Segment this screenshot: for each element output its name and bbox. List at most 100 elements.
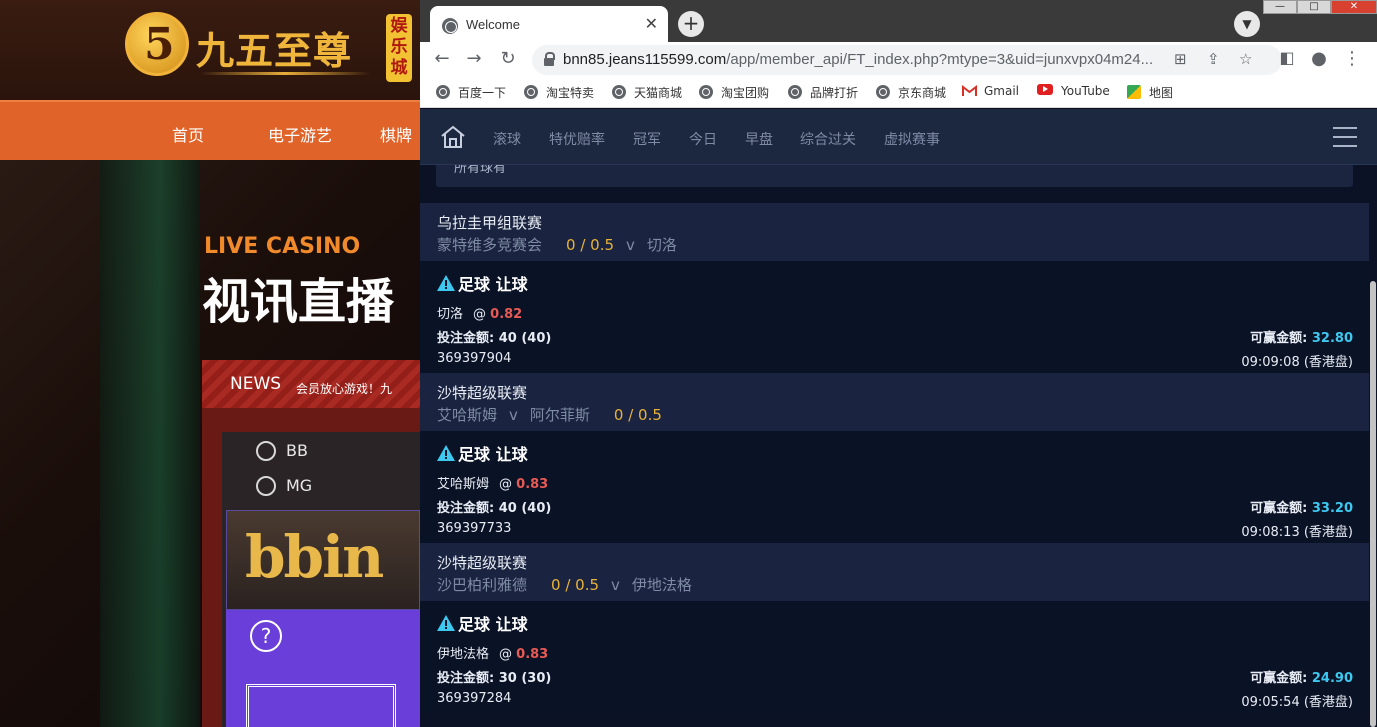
bbin-logo: bbin	[245, 523, 384, 591]
new-tab-button[interactable]: +	[678, 11, 704, 37]
bookmark-taobao-sale[interactable]: 淘宝特卖	[524, 84, 594, 101]
url-text[interactable]: bnn85.jeans115599.com/app/member_api/FT_…	[563, 51, 1153, 68]
address-bar[interactable]: bnn85.jeans115599.com/app/member_api/FT_…	[532, 45, 1282, 75]
potential-win: 可赢金额: 33.20	[1250, 497, 1353, 516]
globe-icon	[788, 85, 802, 99]
nav-early[interactable]: 早盘	[745, 129, 773, 149]
tab-close-icon[interactable]: ✕	[645, 14, 658, 33]
warning-icon	[437, 275, 455, 291]
url-path: /app/member_api/FT_index.php?mtype=3&uid…	[726, 51, 1154, 68]
nav-virtual[interactable]: 虚拟赛事	[884, 129, 940, 149]
bookmark-label: 地图	[1149, 86, 1174, 100]
bg-nav-egames[interactable]: 电子游艺	[268, 122, 332, 146]
bg-nav-home[interactable]: 首页	[172, 122, 204, 146]
scrollbar-thumb[interactable]	[1370, 281, 1376, 727]
handicap: 0 / 0.5	[566, 236, 615, 254]
away-team: 阿尔菲斯	[529, 406, 590, 424]
bookmark-label: 天猫商城	[634, 86, 683, 100]
nav-today[interactable]: 今日	[689, 129, 717, 149]
bet-time: 09:05:54 (香港盘)	[1241, 695, 1353, 710]
nav-special-odds[interactable]: 特优赔率	[549, 129, 605, 149]
bookmark-gmail[interactable]: Gmail	[962, 84, 1019, 99]
potential-win: 可赢金额: 24.90	[1250, 667, 1353, 686]
bookmark-tmall[interactable]: 天猫商城	[612, 84, 682, 101]
home-team: 沙巴柏利雅德	[437, 576, 528, 594]
home-icon[interactable]	[440, 125, 466, 149]
win-label: 可赢金额:	[1250, 331, 1308, 346]
tab-search-icon[interactable]: ▼	[1234, 11, 1260, 37]
star-icon[interactable]: ☆	[1239, 50, 1252, 68]
bg-hero-title: 视讯直播	[202, 274, 395, 330]
bookmark-brand-discount[interactable]: 品牌打折	[788, 84, 858, 101]
win-value: 24.90	[1311, 671, 1353, 686]
gmail-icon	[962, 84, 977, 99]
stake-value: 40 (40)	[498, 501, 552, 516]
league-name: 沙特超级联赛	[437, 554, 528, 572]
bookmark-youtube[interactable]: YouTube	[1037, 84, 1110, 98]
bet-card: 足球 让球 艾哈斯姆 @ 0.83 投注金额: 40 (40) 可赢金额: 33.…	[420, 431, 1369, 543]
help-icon[interactable]: ?	[250, 620, 282, 652]
globe-icon	[524, 85, 538, 99]
hamburger-menu-icon[interactable]	[1333, 127, 1357, 147]
bg-nav: 首页 电子游艺 棋牌	[0, 100, 420, 160]
reload-icon[interactable]: ↻	[496, 48, 520, 69]
handicap: 0 / 0.5	[551, 576, 600, 594]
stake-label: 投注金额:	[437, 501, 495, 516]
stake: 投注金额: 30 (30)	[437, 667, 551, 686]
scrollbar[interactable]	[1369, 165, 1377, 727]
potential-win: 可赢金额: 32.80	[1250, 327, 1353, 346]
sport-filter[interactable]: 所有球有	[436, 161, 1353, 187]
bookmark-baidu[interactable]: 百度一下	[436, 84, 506, 101]
bet-type-label: 足球 让球	[458, 445, 528, 464]
minimize-button[interactable]: —	[1263, 0, 1297, 14]
bg-provider-bb[interactable]: BB	[286, 441, 308, 460]
sidebar-icon[interactable]: ◧	[1275, 48, 1299, 67]
close-window-button[interactable]: ✕	[1331, 0, 1377, 14]
bg-hero-kicker: LIVE CASINO	[204, 234, 361, 259]
tab-strip: Welcome ✕ + ▼ — □ ✕	[420, 0, 1377, 46]
bg-logo-icon[interactable]: 5	[125, 12, 189, 76]
stake: 投注金额: 40 (40)	[437, 327, 551, 346]
bookmark-label: YouTube	[1061, 84, 1110, 98]
profile-icon[interactable]: ●	[1307, 48, 1331, 69]
bg-ornament-frame	[246, 684, 396, 727]
maximize-button[interactable]: □	[1297, 0, 1331, 14]
bookmark-taobao-group[interactable]: 淘宝团购	[699, 84, 769, 101]
at-sign: @	[473, 307, 491, 322]
nav-inplay[interactable]: 滚球	[493, 129, 521, 149]
kebab-menu-icon[interactable]: ⋮	[1340, 48, 1364, 69]
bg-provider-mg[interactable]: MG	[286, 476, 312, 495]
bookmark-maps[interactable]: 地图	[1127, 84, 1173, 101]
bet-type: 足球 让球	[437, 611, 528, 635]
league-name: 沙特超级联赛	[437, 384, 528, 402]
nav-parlay[interactable]: 综合过关	[800, 129, 856, 149]
bg-news-ticker[interactable]: 会员放心游戏！九	[296, 380, 392, 397]
league-name: 乌拉圭甲组联赛	[437, 214, 543, 232]
bookmark-label: Gmail	[984, 84, 1020, 98]
translate-icon[interactable]: ⊞	[1174, 50, 1187, 68]
bet-selection: 伊地法格 @ 0.83	[437, 643, 548, 662]
bg-bbin-banner[interactable]: bbin	[226, 510, 420, 610]
selection-team: 伊地法格	[437, 647, 490, 662]
stake-label: 投注金额:	[437, 671, 495, 686]
bg-logo-tag: 娱乐城	[386, 14, 412, 82]
matchup: 沙巴柏利雅德 0 / 0.5 v 伊地法格	[437, 574, 692, 595]
bet-selection: 切洛 @ 0.82	[437, 303, 522, 322]
ticket-id: 369397904	[437, 351, 512, 366]
win-label: 可赢金额:	[1250, 501, 1308, 516]
lock-icon[interactable]	[544, 52, 555, 66]
back-icon[interactable]: ←	[430, 48, 454, 69]
forward-icon[interactable]: →	[462, 48, 486, 69]
tab-welcome[interactable]: Welcome ✕	[430, 6, 668, 46]
bet-card: 足球 让球 切洛 @ 0.82 投注金额: 40 (40) 可赢金额: 32.80…	[420, 261, 1369, 373]
ticket-id: 369397733	[437, 521, 512, 536]
share-icon[interactable]: ⇪	[1207, 50, 1220, 68]
bookmark-jd[interactable]: 京东商城	[876, 84, 946, 101]
bb-chip-icon	[256, 441, 276, 461]
bg-nav-cards[interactable]: 棋牌	[380, 122, 412, 146]
bookmark-label: 淘宝团购	[721, 86, 770, 100]
selection-team: 艾哈斯姆	[437, 477, 490, 492]
globe-icon	[442, 18, 458, 34]
nav-outright[interactable]: 冠军	[633, 129, 661, 149]
stake-label: 投注金额:	[437, 331, 495, 346]
